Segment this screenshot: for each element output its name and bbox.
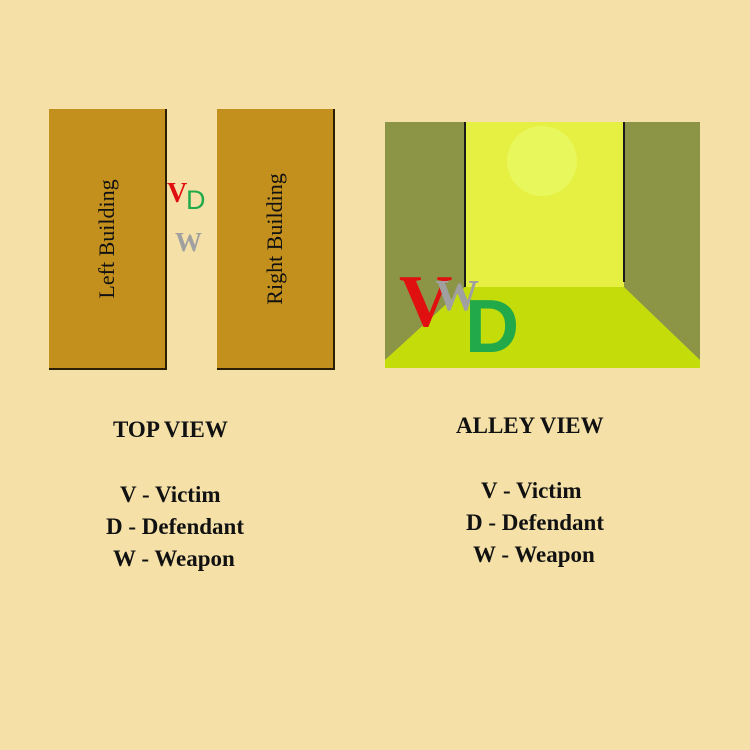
sun-icon <box>507 126 577 196</box>
alley-view-legend-weapon: W - Weapon <box>473 542 595 567</box>
top-view-legend-weapon: W - Weapon <box>113 546 235 571</box>
alley-view-legend-defendant: D - Defendant <box>466 510 604 535</box>
right-building-label: Right Building <box>262 172 287 305</box>
left-building: Left Building <box>49 109 167 370</box>
top-view-heading: TOP VIEW <box>113 417 228 442</box>
alley-view-legend-victim: V - Victim <box>481 478 582 503</box>
alley-view-defendant-marker: D <box>465 284 520 368</box>
right-building: Right Building <box>217 109 335 370</box>
alley-view-scene: V W D <box>385 122 700 368</box>
top-view-victim-marker: V <box>167 178 188 209</box>
top-view-weapon-marker: W <box>175 227 202 257</box>
top-view-legend-victim: V - Victim <box>120 482 221 507</box>
top-view-legend-defendant: D - Defendant <box>106 514 244 539</box>
top-view-defendant-marker: D <box>186 185 206 215</box>
alley-view-heading: ALLEY VIEW <box>456 413 604 438</box>
left-building-label: Left Building <box>94 178 119 299</box>
